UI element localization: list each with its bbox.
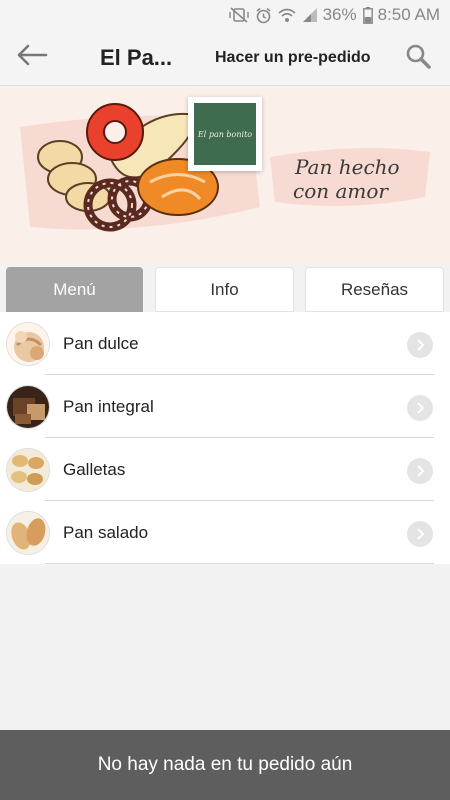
chevron-right-icon xyxy=(407,521,433,547)
alarm-icon xyxy=(255,7,272,24)
battery-icon xyxy=(362,6,373,24)
galletas-thumbnail xyxy=(7,448,49,491)
list-item-label: Galletas xyxy=(63,459,126,479)
pan-integral-thumbnail xyxy=(7,385,49,428)
list-item-pan-dulce[interactable]: Pan dulce xyxy=(0,312,450,375)
mute-vibrate-icon xyxy=(228,7,249,23)
tab-bar: Menú Info Reseñas xyxy=(0,262,450,312)
app-bar: El Pa... Hacer un pre-pedido xyxy=(0,30,450,86)
tab-menu[interactable]: Menú xyxy=(6,267,143,312)
tagline: Pan hecho con amor xyxy=(293,155,400,203)
wifi-icon xyxy=(278,7,296,23)
order-summary-bar[interactable]: No hay nada en tu pedido aún xyxy=(0,730,450,800)
search-icon xyxy=(405,43,431,74)
pan-salado-thumbnail xyxy=(7,511,49,554)
status-time: 8:50 AM xyxy=(377,5,440,24)
list-item-galletas[interactable]: Galletas xyxy=(0,438,450,501)
chevron-right-icon xyxy=(407,332,433,358)
order-status-text: No hay nada en tu pedido aún xyxy=(97,754,353,775)
list-item-pan-salado[interactable]: Pan salado xyxy=(0,501,450,564)
search-button[interactable] xyxy=(404,44,432,72)
list-item-label: Pan dulce xyxy=(63,333,139,353)
tagline-line-2: con amor xyxy=(293,179,388,203)
battery-percent: 36% xyxy=(322,5,357,24)
menu-list: Pan dulce Pan integral Galletas Pan sala… xyxy=(0,312,450,564)
signal-icon xyxy=(302,7,318,23)
tab-resenas[interactable]: Reseñas xyxy=(305,267,444,312)
list-item-label: Pan salado xyxy=(63,522,149,542)
bakery-logo: El pan bonito xyxy=(188,97,262,171)
list-item-label: Pan integral xyxy=(63,396,154,416)
divider xyxy=(45,563,434,564)
back-button[interactable] xyxy=(0,30,64,86)
preorder-button[interactable]: Hacer un pre-pedido xyxy=(215,49,371,67)
banner: El pan bonito Pan hecho con amor xyxy=(0,87,450,262)
status-bar: 36% 8:50 AM xyxy=(0,0,450,30)
logo-text: El pan bonito xyxy=(194,103,256,165)
list-item-pan-integral[interactable]: Pan integral xyxy=(0,375,450,438)
back-arrow-icon xyxy=(16,44,48,71)
tagline-line-1: Pan hecho xyxy=(295,155,400,179)
chevron-right-icon xyxy=(407,458,433,484)
tab-info[interactable]: Info xyxy=(155,267,294,312)
pan-dulce-thumbnail xyxy=(7,322,49,365)
page-title: El Pa... xyxy=(100,44,173,70)
chevron-right-icon xyxy=(407,395,433,421)
